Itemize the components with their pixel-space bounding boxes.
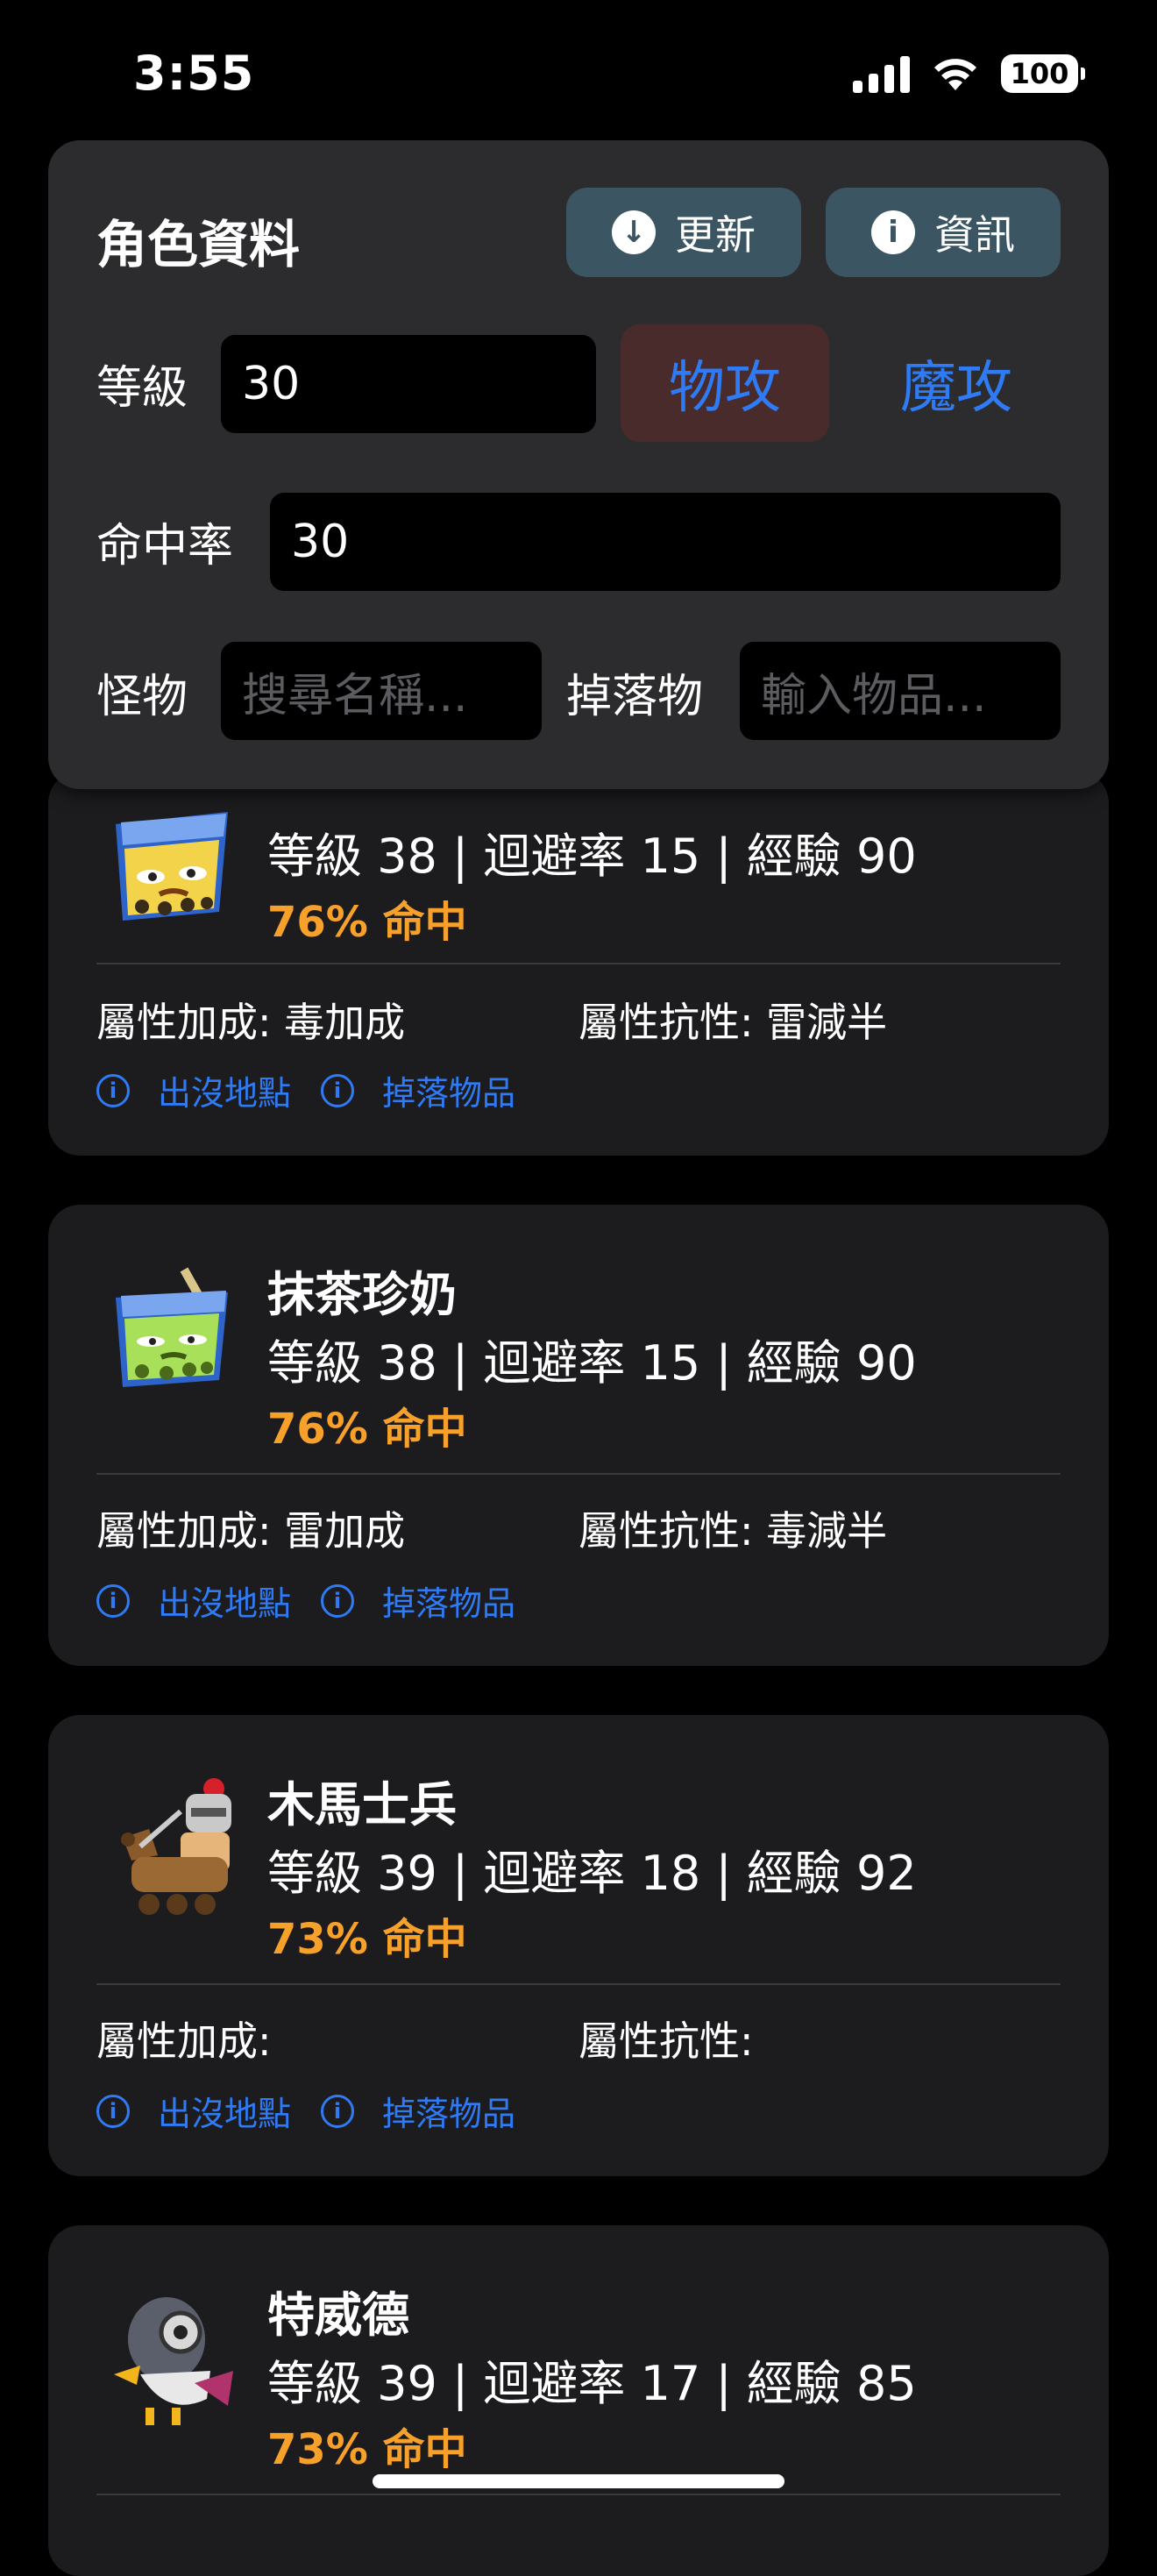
info-icon: i xyxy=(321,1073,355,1107)
monster-stats: 等級 39 | 迴避率 17 | 經驗 85 xyxy=(267,2356,917,2411)
info-icon: i xyxy=(96,2094,130,2128)
matcha-milk-tea-icon xyxy=(116,1267,228,1387)
monster-card[interactable]: 等級 38 | 迴避率 15 | 經驗 90 76% 命中 屬性加成: 毒加成 … xyxy=(48,772,1109,1156)
drop-items-link[interactable]: i 掉落物品 xyxy=(321,1066,515,1114)
drop-items-link[interactable]: i 掉落物品 xyxy=(321,2087,515,2135)
spawn-location-label: 出沒地點 xyxy=(158,2095,292,2133)
update-label: 更新 xyxy=(675,211,756,259)
tweed-icon xyxy=(114,2297,233,2425)
divider xyxy=(96,2494,1061,2495)
info-icon: i xyxy=(321,2094,355,2128)
magic-attack-toggle[interactable]: 魔攻 xyxy=(852,324,1061,442)
element-bonus: 屬性加成: 毒加成 xyxy=(96,999,406,1046)
monster-hit-rate: 76% 命中 xyxy=(267,898,467,947)
accuracy-label: 命中率 xyxy=(96,520,234,573)
monster-hit-rate: 73% 命中 xyxy=(267,1915,467,1964)
monster-stats: 等級 38 | 迴避率 15 | 經驗 90 xyxy=(267,1335,917,1391)
info-icon: i xyxy=(96,1073,130,1107)
monster-name: 木馬士兵 xyxy=(267,1777,457,1832)
element-bonus: 屬性加成: xyxy=(96,2017,272,2065)
spawn-location-link[interactable]: i 出沒地點 xyxy=(96,1066,291,1114)
monster-search-input[interactable]: 搜尋名稱... xyxy=(221,642,542,740)
card-links: i 出沒地點 i 掉落物品 xyxy=(96,1576,545,1625)
info-icon: i xyxy=(96,1583,130,1618)
divider xyxy=(96,1473,1061,1475)
element-resistance: 屬性抗性: 毒減半 xyxy=(578,1507,888,1555)
monster-card[interactable]: 抹茶珍奶 等級 38 | 迴避率 15 | 經驗 90 76% 命中 屬性加成:… xyxy=(48,1205,1109,1666)
drop-item-input[interactable]: 輸入物品... xyxy=(740,642,1061,740)
character-panel: 角色資料 ↓ 更新 i 資訊 等級 30 物攻 魔攻 命中率 30 怪物 搜尋名… xyxy=(48,140,1109,789)
panel-title: 角色資料 xyxy=(96,215,301,274)
spawn-location-link[interactable]: i 出沒地點 xyxy=(96,2087,291,2135)
drop-items-label: 掉落物品 xyxy=(382,1074,516,1113)
spawn-location-link[interactable]: i 出沒地點 xyxy=(96,1576,291,1625)
divider xyxy=(96,963,1061,964)
accuracy-input[interactable]: 30 xyxy=(270,493,1061,591)
milk-tea-icon xyxy=(116,812,228,921)
physical-attack-toggle[interactable]: 物攻 xyxy=(621,324,829,442)
info-icon: i xyxy=(871,210,915,254)
drop-items-link[interactable]: i 掉落物品 xyxy=(321,1576,515,1625)
card-links: i 出沒地點 i 掉落物品 xyxy=(96,1066,545,1114)
level-input[interactable]: 30 xyxy=(221,335,596,433)
divider xyxy=(96,1983,1061,1985)
drop-label: 掉落物 xyxy=(566,671,704,723)
card-links: i 出沒地點 i 掉落物品 xyxy=(96,2087,545,2135)
monster-name: 特威德 xyxy=(267,2288,409,2343)
drop-items-label: 掉落物品 xyxy=(382,2095,516,2133)
wooden-horse-soldier-icon xyxy=(121,1778,231,1915)
update-button[interactable]: ↓ 更新 xyxy=(566,188,801,277)
monster-name: 抹茶珍奶 xyxy=(267,1267,457,1322)
level-label: 等級 xyxy=(96,362,188,415)
monster-card[interactable]: 特威德 等級 39 | 迴避率 17 | 經驗 85 73% 命中 xyxy=(48,2225,1109,2576)
info-icon: i xyxy=(321,1583,355,1618)
element-resistance: 屬性抗性: xyxy=(578,2017,754,2065)
info-label: 資訊 xyxy=(934,211,1015,259)
monster-hit-rate: 76% 命中 xyxy=(267,1405,467,1454)
monster-hit-rate: 73% 命中 xyxy=(267,2425,467,2474)
home-indicator[interactable] xyxy=(373,2474,784,2488)
spawn-location-label: 出沒地點 xyxy=(158,1584,292,1623)
info-button[interactable]: i 資訊 xyxy=(826,188,1061,277)
download-icon: ↓ xyxy=(612,210,656,254)
monster-stats: 等級 38 | 迴避率 15 | 經驗 90 xyxy=(267,829,917,884)
monster-label: 怪物 xyxy=(96,671,188,723)
element-bonus: 屬性加成: 雷加成 xyxy=(96,1507,406,1555)
monster-card[interactable]: 木馬士兵 等級 39 | 迴避率 18 | 經驗 92 73% 命中 屬性加成:… xyxy=(48,1715,1109,2176)
spawn-location-label: 出沒地點 xyxy=(158,1074,292,1113)
monster-stats: 等級 39 | 迴避率 18 | 經驗 92 xyxy=(267,1846,917,1901)
drop-items-label: 掉落物品 xyxy=(382,1584,516,1623)
element-resistance: 屬性抗性: 雷減半 xyxy=(578,999,888,1046)
